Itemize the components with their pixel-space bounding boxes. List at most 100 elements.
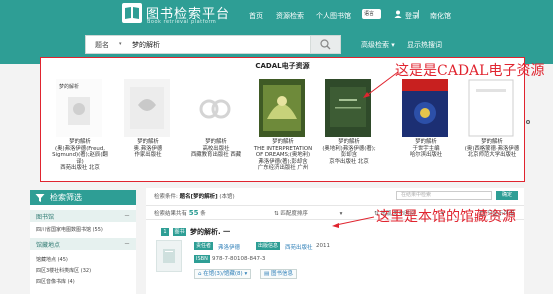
language-select[interactable]: 语言 [362,9,381,19]
book-cover[interactable] [124,79,170,137]
search-input[interactable]: 梦的解析 [132,40,160,50]
book-icon [163,249,175,263]
logo-subtitle: Book retrieval platform [147,19,217,25]
book-cover[interactable] [192,79,238,137]
search-bar: 题名 ▾ 梦的解析 [85,35,341,54]
nav-resource-search[interactable]: 资源检索 [276,11,304,21]
section-label: 馆藏地点 [36,242,61,249]
nav-home[interactable]: 首页 [249,11,263,21]
total-count: 55 [188,209,199,217]
record-index: 1 [161,228,169,236]
caret-down-icon[interactable]: ▾ [119,41,122,47]
record-title[interactable]: 梦的解析. 一 [190,227,230,237]
book-logo-icon [122,3,142,23]
publisher-tag: 出版信息 [256,242,281,250]
resize-handle-icon[interactable] [526,120,530,124]
cadal-book[interactable]: 梦的解析 梦的解析 (奥)弗洛伊德(Freud, Sigmund)(著);赵辰(… [45,76,115,176]
chevron-down-icon: ▾ [391,41,395,49]
book-cover[interactable] [402,79,448,137]
filter-item[interactable]: 四川省国家电图数图书馆 (55) [36,226,103,233]
sidebar-header: 检索筛选 [30,190,136,205]
total-suffix: 条 [200,211,206,217]
filter-icon [35,194,45,202]
annotation-arrow-icon [363,71,399,98]
nav-personal-library[interactable]: 个人图书馆 [316,11,351,21]
publisher-value[interactable]: 西苑出版社 [285,243,313,251]
book-cover[interactable] [259,79,305,137]
book-line: 西藏教育出版社 西藏 [190,152,242,159]
advanced-search-link[interactable]: 高级检索 ▾ [361,40,395,50]
search-field-select[interactable]: 题名 [95,40,109,50]
book-info-button[interactable]: ▤ 图书信息 [260,269,297,279]
book-line[interactable]: 梦的解析 [457,139,527,146]
book-cover[interactable]: 梦的解析 [56,79,102,137]
book-info: 梦的解析 (奥)弗洛伊德(Freud, Sigmund)(著);赵辰(翻 译) … [45,139,115,172]
search-icon [320,39,331,50]
book-line: 哈尔滨出版社 [409,152,443,159]
cadal-book[interactable]: 梦的解析 高校出版社 西藏教育出版社 西藏 [181,76,251,176]
total-prefix: 检索结果共有 [154,211,188,217]
filter-item[interactable]: 四区音像书库 (4) [36,278,75,285]
cadal-annotation: 这是是CADAL电子资源 [395,63,545,79]
book-cover[interactable] [468,79,514,137]
cadal-book[interactable]: 梦的解析 奥.弗洛伊德 作家出版社 [113,76,183,176]
search-button[interactable] [310,36,340,53]
book-info: 梦的解析 (奥地利)弗洛伊德(著); 彭却含 京华出版社 北京 [314,139,384,165]
result-total: 检索结果共有 55 条 [154,209,206,217]
book-line: 京华出版社 北京 [329,158,369,165]
book-line[interactable]: 梦的解析 [314,139,384,146]
annotation-arrow-icon [332,216,375,228]
condition-value: 题名[梦的解析] [179,194,218,200]
refine-search-input[interactable]: 在结果中检索 [396,191,492,200]
cadal-book[interactable]: 梦的解析 (奥)西格蒙德·弗洛伊德 北京师范大学出版社 [457,76,527,176]
book-line[interactable]: 梦的解析 [45,139,115,146]
sidebar-section-library[interactable]: 图书馆 － [30,210,136,222]
book-info-label: 图书信息 [270,271,293,277]
section-label: 图书馆 [36,214,55,221]
login-link[interactable]: 登录 [405,11,419,21]
book-line: Sigmund)(著);赵辰(翻 [52,152,108,159]
sidebar-title: 检索筛选 [50,193,82,202]
record-type-badge: 图书 [173,228,186,236]
book-info: 梦的解析 奥.弗洛伊德 作家出版社 [113,139,183,159]
book-line[interactable]: 梦的解析 [181,139,251,146]
condition-label: 检索条件: [154,194,178,200]
sort-label: 匹配度排序 [280,211,308,217]
confirm-button[interactable]: 确定 [496,191,518,200]
author-value[interactable]: 弗洛伊德 [218,243,240,251]
sidebar-section-location[interactable]: 馆藏地点 － [30,238,136,250]
book-info: 梦的解析 高校出版社 西藏教育出版社 西藏 [181,139,251,159]
author-tag: 责任者 [194,242,214,250]
isbn-value: 978-7-80108-847-3 [212,256,266,262]
book-line: 作家出版社 [134,152,162,159]
book-line[interactable]: 梦的解析 [391,139,461,146]
site-logo[interactable]: 图书检索平台 Book retrieval platform [122,3,238,27]
document-icon: ▤ [264,271,270,277]
language-label: 语言 [364,11,375,17]
book-thumbnail[interactable] [156,240,182,272]
results-panel: 检索条件: 题名[梦的解析] (本馆) 在结果中检索 确定 检索结果共有 55 … [146,188,524,294]
location-icon: ⌂ [198,271,202,277]
book-line: 彭却含 [340,152,358,159]
collapse-icon[interactable]: － [124,239,130,248]
book-line[interactable]: 梦的解析 [248,139,318,146]
book-info: 梦的解析 (奥)西格蒙德·弗洛伊德 北京师范大学出版社 [457,139,527,159]
collapse-icon[interactable]: － [124,211,130,220]
advanced-search-label: 高级检索 [361,41,389,49]
filter-item[interactable]: 四区3楼社科类库区 (32) [36,267,91,274]
book-line: 西苑出版社 北京 [60,165,100,172]
isbn-tag: ISBN [194,255,210,263]
book-line[interactable]: 梦的解析 [113,139,183,146]
filter-item[interactable]: 馆藏地点 (45) [36,256,68,263]
cover-title: 梦的解析 [59,84,80,90]
holdings-label: 在馆(3)/馆藏(8) [203,271,243,277]
sort-icon: ⇅ [274,211,279,217]
book-info: 梦的解析 于世宇主编 哈尔滨出版社 [391,139,461,159]
holdings-button[interactable]: ⌂ 在馆(3)/馆藏(8) ▾ [194,269,252,279]
show-hot-words-link[interactable]: 显示热搜词 [407,40,442,50]
institution-link[interactable]: 南化馆 [430,11,451,21]
cadal-book[interactable]: 梦的解析 THE INTERPRETATION OF DREAMS;(奥地利) … [248,76,318,176]
book-line: 北京师范大学出版社 [467,152,517,159]
cadal-book[interactable]: 梦的解析 于世宇主编 哈尔滨出版社 [391,76,461,176]
holdings-annotation: 这里是本馆的馆藏资源 [376,209,516,225]
